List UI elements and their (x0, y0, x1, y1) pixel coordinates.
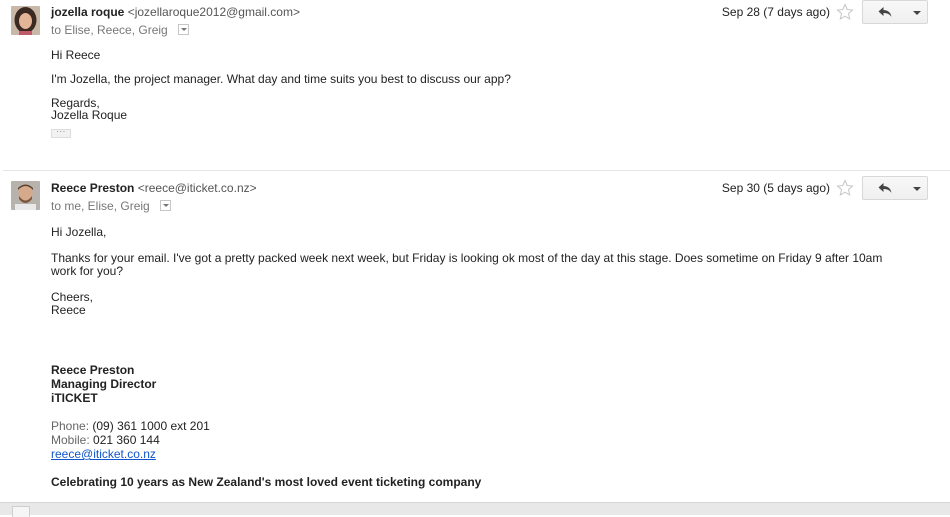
recipient-details-chevron-down-icon[interactable] (177, 24, 189, 36)
reply-button[interactable] (862, 0, 907, 24)
chevron-down-icon (913, 11, 921, 15)
message-date[interactable]: Sep 28 (7 days ago) (722, 5, 830, 19)
reply-button-group (862, 0, 928, 24)
message-date[interactable]: Sep 30 (5 days ago) (722, 181, 830, 195)
recipients: to Elise, Reece, Greig (51, 23, 189, 37)
body-paragraph-line-2: work for you? (51, 264, 124, 278)
signature-phone: Phone: (09) 361 1000 ext 201 (51, 419, 210, 433)
star-icon[interactable] (836, 179, 854, 197)
recipients-text: to Elise, Reece, Greig (51, 23, 168, 37)
sender-name[interactable]: jozella roque (51, 5, 124, 19)
mobile-value: 021 360 144 (93, 433, 160, 447)
signature-mobile: Mobile: 021 360 144 (51, 433, 160, 447)
star-icon[interactable] (836, 3, 854, 21)
body-signoff: Cheers, (51, 290, 94, 304)
signature-email-link[interactable]: reece@iticket.co.nz (51, 447, 156, 461)
bottom-bar (0, 502, 950, 517)
reply-button[interactable] (862, 176, 907, 200)
body-greeting: Hi Reece (51, 48, 101, 62)
signature-title: Managing Director (51, 377, 157, 391)
more-button[interactable] (906, 176, 928, 200)
body-greeting: Hi Jozella, (51, 225, 107, 239)
phone-value: (09) 361 1000 ext 201 (92, 419, 210, 433)
body-signoff-name: Jozella Roque (51, 108, 128, 122)
bottom-tab[interactable] (12, 506, 30, 517)
reply-button-group (862, 176, 928, 200)
avatar[interactable] (11, 181, 40, 210)
body-signoff-name: Reece (51, 303, 86, 317)
recipient-details-chevron-down-icon[interactable] (159, 200, 171, 212)
sender-email: <reece@iticket.co.nz> (137, 181, 257, 195)
message-2: Reece Preston <reece@iticket.co.nz> to m… (0, 171, 950, 502)
signature-company: iTICKET (51, 391, 98, 405)
avatar[interactable] (11, 6, 40, 35)
signature-name: Reece Preston (51, 363, 135, 377)
show-trimmed-content-button[interactable]: ··· (51, 128, 71, 138)
more-button[interactable] (906, 0, 928, 24)
message-1: jozella roque <jozellaroque2012@gmail.co… (0, 0, 950, 170)
phone-label: Phone: (51, 419, 90, 433)
recipients: to me, Elise, Greig (51, 199, 171, 213)
recipients-text: to me, Elise, Greig (51, 199, 150, 213)
body-paragraph-line-1: Thanks for your email. I've got a pretty… (51, 251, 883, 265)
sender: Reece Preston <reece@iticket.co.nz> (51, 181, 257, 195)
signature-tagline: Celebrating 10 years as New Zealand's mo… (51, 475, 482, 489)
sender-name[interactable]: Reece Preston (51, 181, 134, 195)
reply-icon (878, 7, 892, 17)
mobile-label: Mobile: (51, 433, 90, 447)
body-paragraph: I'm Jozella, the project manager. What d… (51, 72, 511, 86)
sender: jozella roque <jozellaroque2012@gmail.co… (51, 5, 300, 19)
sender-email: <jozellaroque2012@gmail.com> (127, 5, 300, 19)
chevron-down-icon (913, 187, 921, 191)
reply-icon (878, 183, 892, 193)
